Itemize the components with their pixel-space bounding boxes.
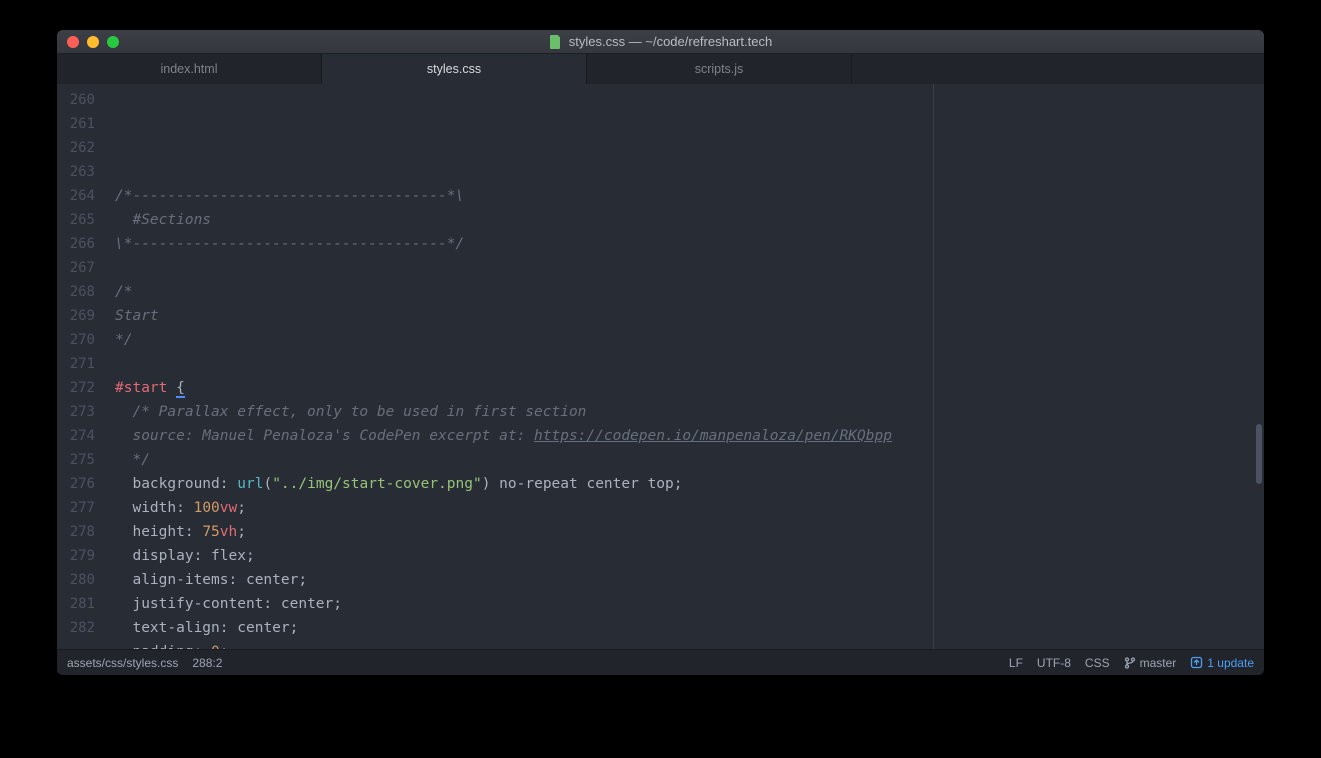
titlebar[interactable]: styles.css — ~/code/refreshart.tech (57, 30, 1264, 54)
line-number[interactable]: 261 (57, 112, 95, 136)
line-number[interactable]: 260 (57, 88, 95, 112)
code-line[interactable]: Start (115, 304, 1264, 328)
code-line[interactable] (115, 160, 1264, 184)
line-number[interactable]: 282 (57, 616, 95, 640)
css-file-icon (549, 35, 563, 49)
code-line[interactable]: padding: 0; (115, 640, 1264, 649)
code-content[interactable]: /*------------------------------------*\… (105, 84, 1264, 649)
code-line[interactable]: background: url("../img/start-cover.png"… (115, 472, 1264, 496)
tab-bar: index.htmlstyles.cssscripts.js (57, 54, 1264, 84)
status-eol[interactable]: LF (1009, 656, 1023, 670)
code-line[interactable]: source: Manuel Penaloza's CodePen excerp… (115, 424, 1264, 448)
maximize-button[interactable] (107, 36, 119, 48)
tab-styles-css[interactable]: styles.css (322, 54, 587, 84)
tab-index-html[interactable]: index.html (57, 54, 322, 84)
code-line[interactable] (115, 256, 1264, 280)
status-update-link[interactable]: 1 update (1190, 656, 1254, 670)
line-number[interactable]: 266 (57, 232, 95, 256)
window-title: styles.css — ~/code/refreshart.tech (57, 34, 1264, 49)
line-number[interactable]: 276 (57, 472, 95, 496)
code-line[interactable]: width: 100vw; (115, 496, 1264, 520)
line-number[interactable]: 262 (57, 136, 95, 160)
traffic-lights (57, 36, 119, 48)
update-squirrel-icon (1190, 656, 1203, 669)
line-number[interactable]: 272 (57, 376, 95, 400)
editor-window: styles.css — ~/code/refreshart.tech inde… (57, 30, 1264, 675)
code-line[interactable]: #start { (115, 376, 1264, 400)
code-line[interactable]: #Sections (115, 208, 1264, 232)
line-number-gutter: 2602612622632642652662672682692702712722… (57, 84, 105, 649)
status-git-branch-label: master (1140, 656, 1177, 670)
line-number[interactable]: 274 (57, 424, 95, 448)
line-number[interactable]: 281 (57, 592, 95, 616)
line-number[interactable]: 275 (57, 448, 95, 472)
status-cursor-position[interactable]: 288:2 (192, 656, 222, 670)
code-line[interactable]: */ (115, 448, 1264, 472)
line-number[interactable]: 267 (57, 256, 95, 280)
code-line[interactable]: /*------------------------------------*\ (115, 184, 1264, 208)
editor-area[interactable]: 2602612622632642652662672682692702712722… (57, 84, 1264, 649)
status-bar: assets/css/styles.css 288:2 LF UTF-8 CSS… (57, 649, 1264, 675)
code-line[interactable]: height: 75vh; (115, 520, 1264, 544)
status-encoding[interactable]: UTF-8 (1037, 656, 1071, 670)
status-update-label: 1 update (1207, 656, 1254, 670)
line-number[interactable]: 280 (57, 568, 95, 592)
minimize-button[interactable] (87, 36, 99, 48)
code-line[interactable]: justify-content: center; (115, 592, 1264, 616)
line-number[interactable]: 263 (57, 160, 95, 184)
code-line[interactable]: \*------------------------------------*/ (115, 232, 1264, 256)
status-language[interactable]: CSS (1085, 656, 1110, 670)
line-number[interactable]: 269 (57, 304, 95, 328)
window-title-text: styles.css — ~/code/refreshart.tech (569, 34, 772, 49)
line-number[interactable]: 279 (57, 544, 95, 568)
status-git-branch[interactable]: master (1124, 656, 1177, 670)
vertical-scrollbar-thumb[interactable] (1256, 424, 1262, 484)
line-number[interactable]: 277 (57, 496, 95, 520)
line-number[interactable]: 271 (57, 352, 95, 376)
code-line[interactable]: /* Parallax effect, only to be used in f… (115, 400, 1264, 424)
code-line[interactable]: */ (115, 328, 1264, 352)
code-line[interactable]: text-align: center; (115, 616, 1264, 640)
line-number[interactable]: 264 (57, 184, 95, 208)
git-branch-icon (1124, 656, 1136, 670)
code-line[interactable]: align-items: center; (115, 568, 1264, 592)
close-button[interactable] (67, 36, 79, 48)
line-number[interactable]: 270 (57, 328, 95, 352)
status-filepath[interactable]: assets/css/styles.css (67, 656, 178, 670)
line-number[interactable]: 268 (57, 280, 95, 304)
code-line[interactable]: /* (115, 280, 1264, 304)
line-number[interactable]: 265 (57, 208, 95, 232)
line-number[interactable]: 273 (57, 400, 95, 424)
wrap-guide (933, 84, 934, 649)
code-line[interactable] (115, 352, 1264, 376)
tab-scripts-js[interactable]: scripts.js (587, 54, 852, 84)
code-line[interactable]: display: flex; (115, 544, 1264, 568)
line-number[interactable]: 278 (57, 520, 95, 544)
